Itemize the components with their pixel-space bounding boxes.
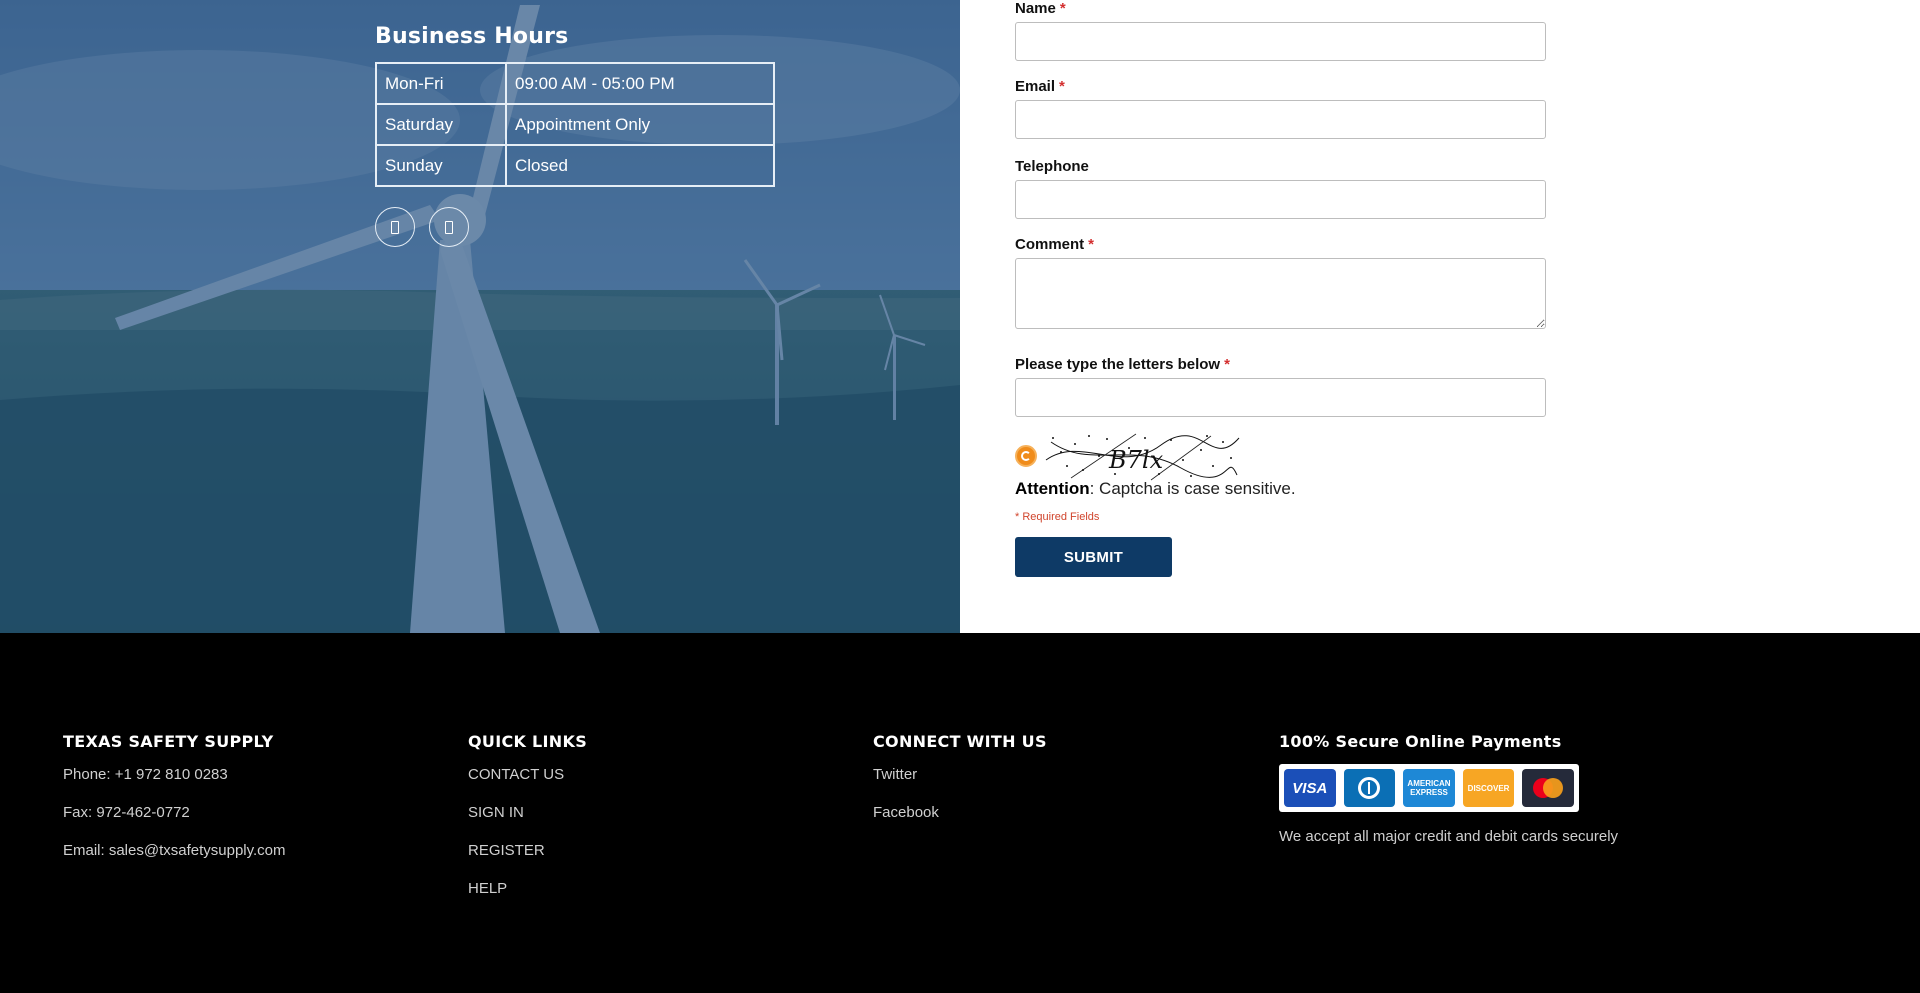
captcha-label: Please type the letters below *	[1015, 356, 1230, 373]
table-row: Saturday Appointment Only	[375, 103, 775, 146]
business-hours: Business Hours Mon-Fri 09:00 AM - 05:00 …	[375, 24, 775, 187]
footer-link-twitter[interactable]: Twitter	[873, 764, 1047, 802]
required-marker: *	[1059, 0, 1066, 17]
twitter-icon	[391, 220, 399, 234]
footer-company: TEXAS SAFETY SUPPLY Phone: +1 972 810 02…	[63, 732, 286, 878]
mastercard-card-icon	[1522, 769, 1574, 807]
required-marker: *	[1059, 78, 1065, 95]
captcha-row: B7lx	[1015, 430, 1241, 482]
captcha-field-group: Please type the letters below *	[1015, 356, 1546, 417]
footer-payments-heading: 100% Secure Online Payments	[1279, 732, 1562, 751]
name-input[interactable]	[1015, 22, 1546, 61]
footer-connect-heading: CONNECT WITH US	[873, 732, 1047, 751]
hours-cell: Appointment Only	[505, 103, 775, 146]
visa-card-icon: VISA	[1284, 769, 1336, 807]
required-fields-note: * Required Fields	[1015, 511, 1100, 523]
refresh-captcha-icon[interactable]	[1015, 445, 1037, 467]
footer-company-heading: TEXAS SAFETY SUPPLY	[63, 732, 274, 751]
submit-button[interactable]: SUBMIT	[1015, 537, 1172, 577]
social-links	[375, 207, 469, 247]
comment-field-group: Comment *	[1015, 236, 1546, 329]
facebook-icon	[445, 220, 453, 234]
business-hours-title: Business Hours	[375, 24, 569, 49]
contact-section: Business Hours Mon-Fri 09:00 AM - 05:00 …	[0, 0, 1920, 633]
email-input[interactable]	[1015, 100, 1546, 139]
twitter-button[interactable]	[375, 207, 415, 247]
footer-email[interactable]: Email: sales@txsafetysupply.com	[63, 840, 286, 878]
name-label: Name *	[1015, 0, 1066, 17]
footer-link-register[interactable]: REGISTER	[468, 840, 587, 878]
captcha-attention: Attention: Captcha is case sensitive.	[1015, 479, 1296, 499]
comment-label: Comment *	[1015, 236, 1095, 253]
telephone-input[interactable]	[1015, 180, 1546, 219]
table-row: Mon-Fri 09:00 AM - 05:00 PM	[375, 62, 775, 105]
required-marker: *	[1088, 236, 1095, 253]
business-hours-table: Mon-Fri 09:00 AM - 05:00 PM Saturday App…	[375, 62, 775, 187]
facebook-button[interactable]	[429, 207, 469, 247]
footer-link-facebook[interactable]: Facebook	[873, 802, 1047, 840]
captcha-input[interactable]	[1015, 378, 1546, 417]
telephone-field-group: Telephone	[1015, 158, 1546, 219]
footer-quick-links: QUICK LINKS CONTACT US SIGN IN REGISTER …	[468, 732, 587, 916]
day-cell: Saturday	[375, 103, 507, 146]
comment-textarea[interactable]	[1015, 258, 1546, 329]
hours-cell: 09:00 AM - 05:00 PM	[505, 62, 775, 105]
telephone-label: Telephone	[1015, 158, 1089, 175]
attention-text: : Captcha is case sensitive.	[1089, 479, 1296, 498]
hero-panel: Business Hours Mon-Fri 09:00 AM - 05:00 …	[0, 0, 960, 633]
discover-card-icon: DISCOVER	[1462, 769, 1515, 807]
name-field-group: Name *	[1015, 0, 1546, 61]
footer-phone[interactable]: Phone: +1 972 810 0283	[63, 764, 286, 802]
day-cell: Mon-Fri	[375, 62, 507, 105]
footer-fax: Fax: 972-462-0772	[63, 804, 190, 821]
captcha-image: B7lx	[1041, 430, 1241, 482]
amex-card-icon: AMERICAN EXPRESS	[1403, 769, 1455, 807]
footer-link-help[interactable]: HELP	[468, 878, 587, 916]
captcha-text: B7lx	[1108, 446, 1164, 474]
footer-payments: 100% Secure Online Payments VISA AMERICA…	[1279, 732, 1618, 845]
footer-link-sign-in[interactable]: SIGN IN	[468, 802, 587, 840]
footer-quick-links-heading: QUICK LINKS	[468, 732, 588, 751]
footer-link-contact-us[interactable]: CONTACT US	[468, 764, 587, 802]
email-label: Email *	[1015, 78, 1065, 95]
footer-connect: CONNECT WITH US Twitter Facebook	[873, 732, 1047, 840]
payment-cards: VISA AMERICAN EXPRESS DISCOVER	[1279, 764, 1579, 812]
table-row: Sunday Closed	[375, 144, 775, 187]
attention-strong: Attention	[1015, 479, 1090, 498]
hours-cell: Closed	[505, 144, 775, 187]
site-footer: TEXAS SAFETY SUPPLY Phone: +1 972 810 02…	[0, 633, 1920, 993]
day-cell: Sunday	[375, 144, 507, 187]
email-field-group: Email *	[1015, 78, 1546, 139]
payments-note: We accept all major credit and debit car…	[1279, 828, 1619, 845]
required-marker: *	[1224, 356, 1230, 373]
diners-club-card-icon	[1343, 769, 1396, 807]
